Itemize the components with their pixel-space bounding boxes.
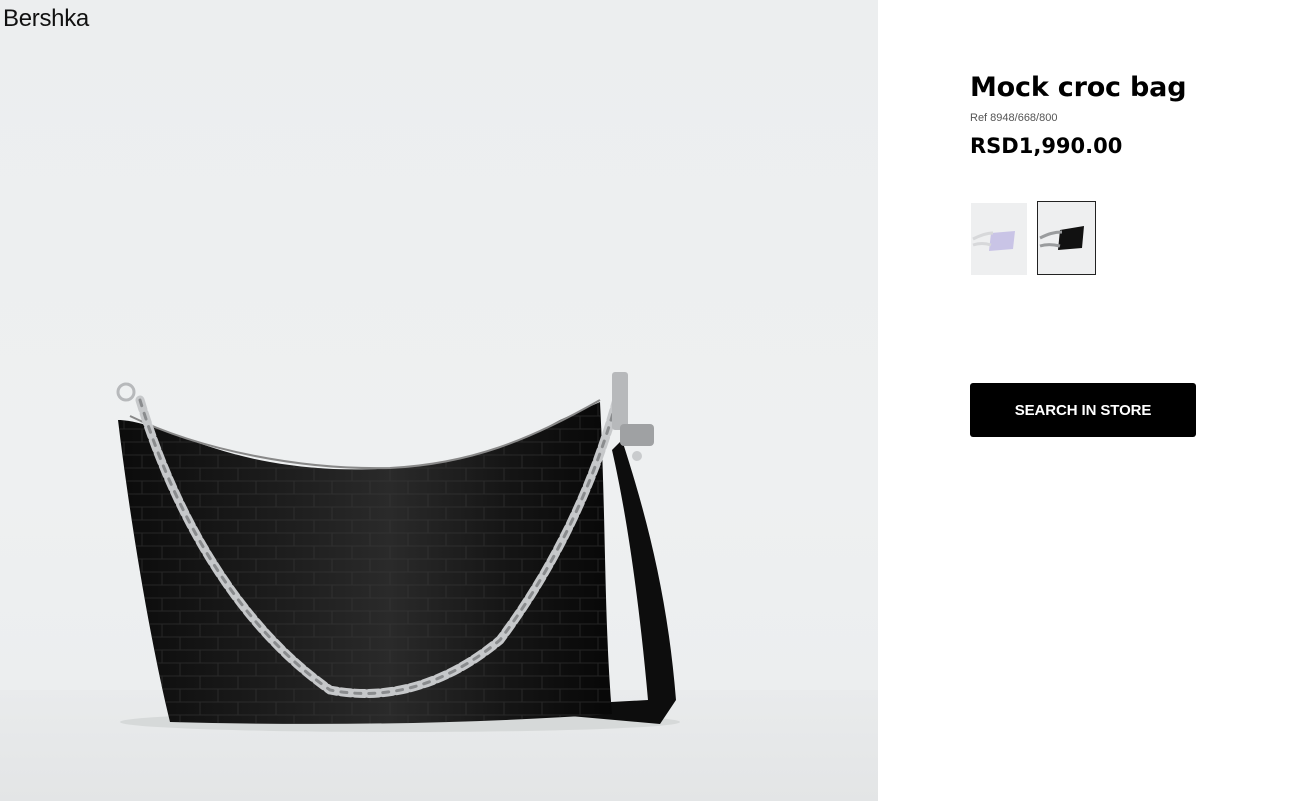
- black-bag-thumbnail-icon: [1038, 202, 1095, 274]
- search-in-store-button[interactable]: SEARCH IN STORE: [970, 383, 1196, 437]
- product-reference: Ref 8948/668/800: [970, 112, 1058, 124]
- product-image: Bershka: [0, 0, 878, 801]
- product-title: Mock croc bag: [970, 72, 1187, 103]
- color-swatch-black[interactable]: [1037, 201, 1096, 275]
- product-price: RSD1,990.00: [970, 134, 1123, 158]
- brand-logo[interactable]: Bershka: [3, 5, 89, 33]
- lilac-bag-thumbnail-icon: [971, 203, 1027, 275]
- bag-illustration: [0, 372, 878, 801]
- product-page: Bershka Mock croc bag Ref 8948/668/800 R…: [0, 0, 1307, 801]
- color-swatch-lilac[interactable]: [971, 203, 1027, 275]
- product-info: Mock croc bag Ref 8948/668/800 RSD1,990.…: [970, 70, 1270, 160]
